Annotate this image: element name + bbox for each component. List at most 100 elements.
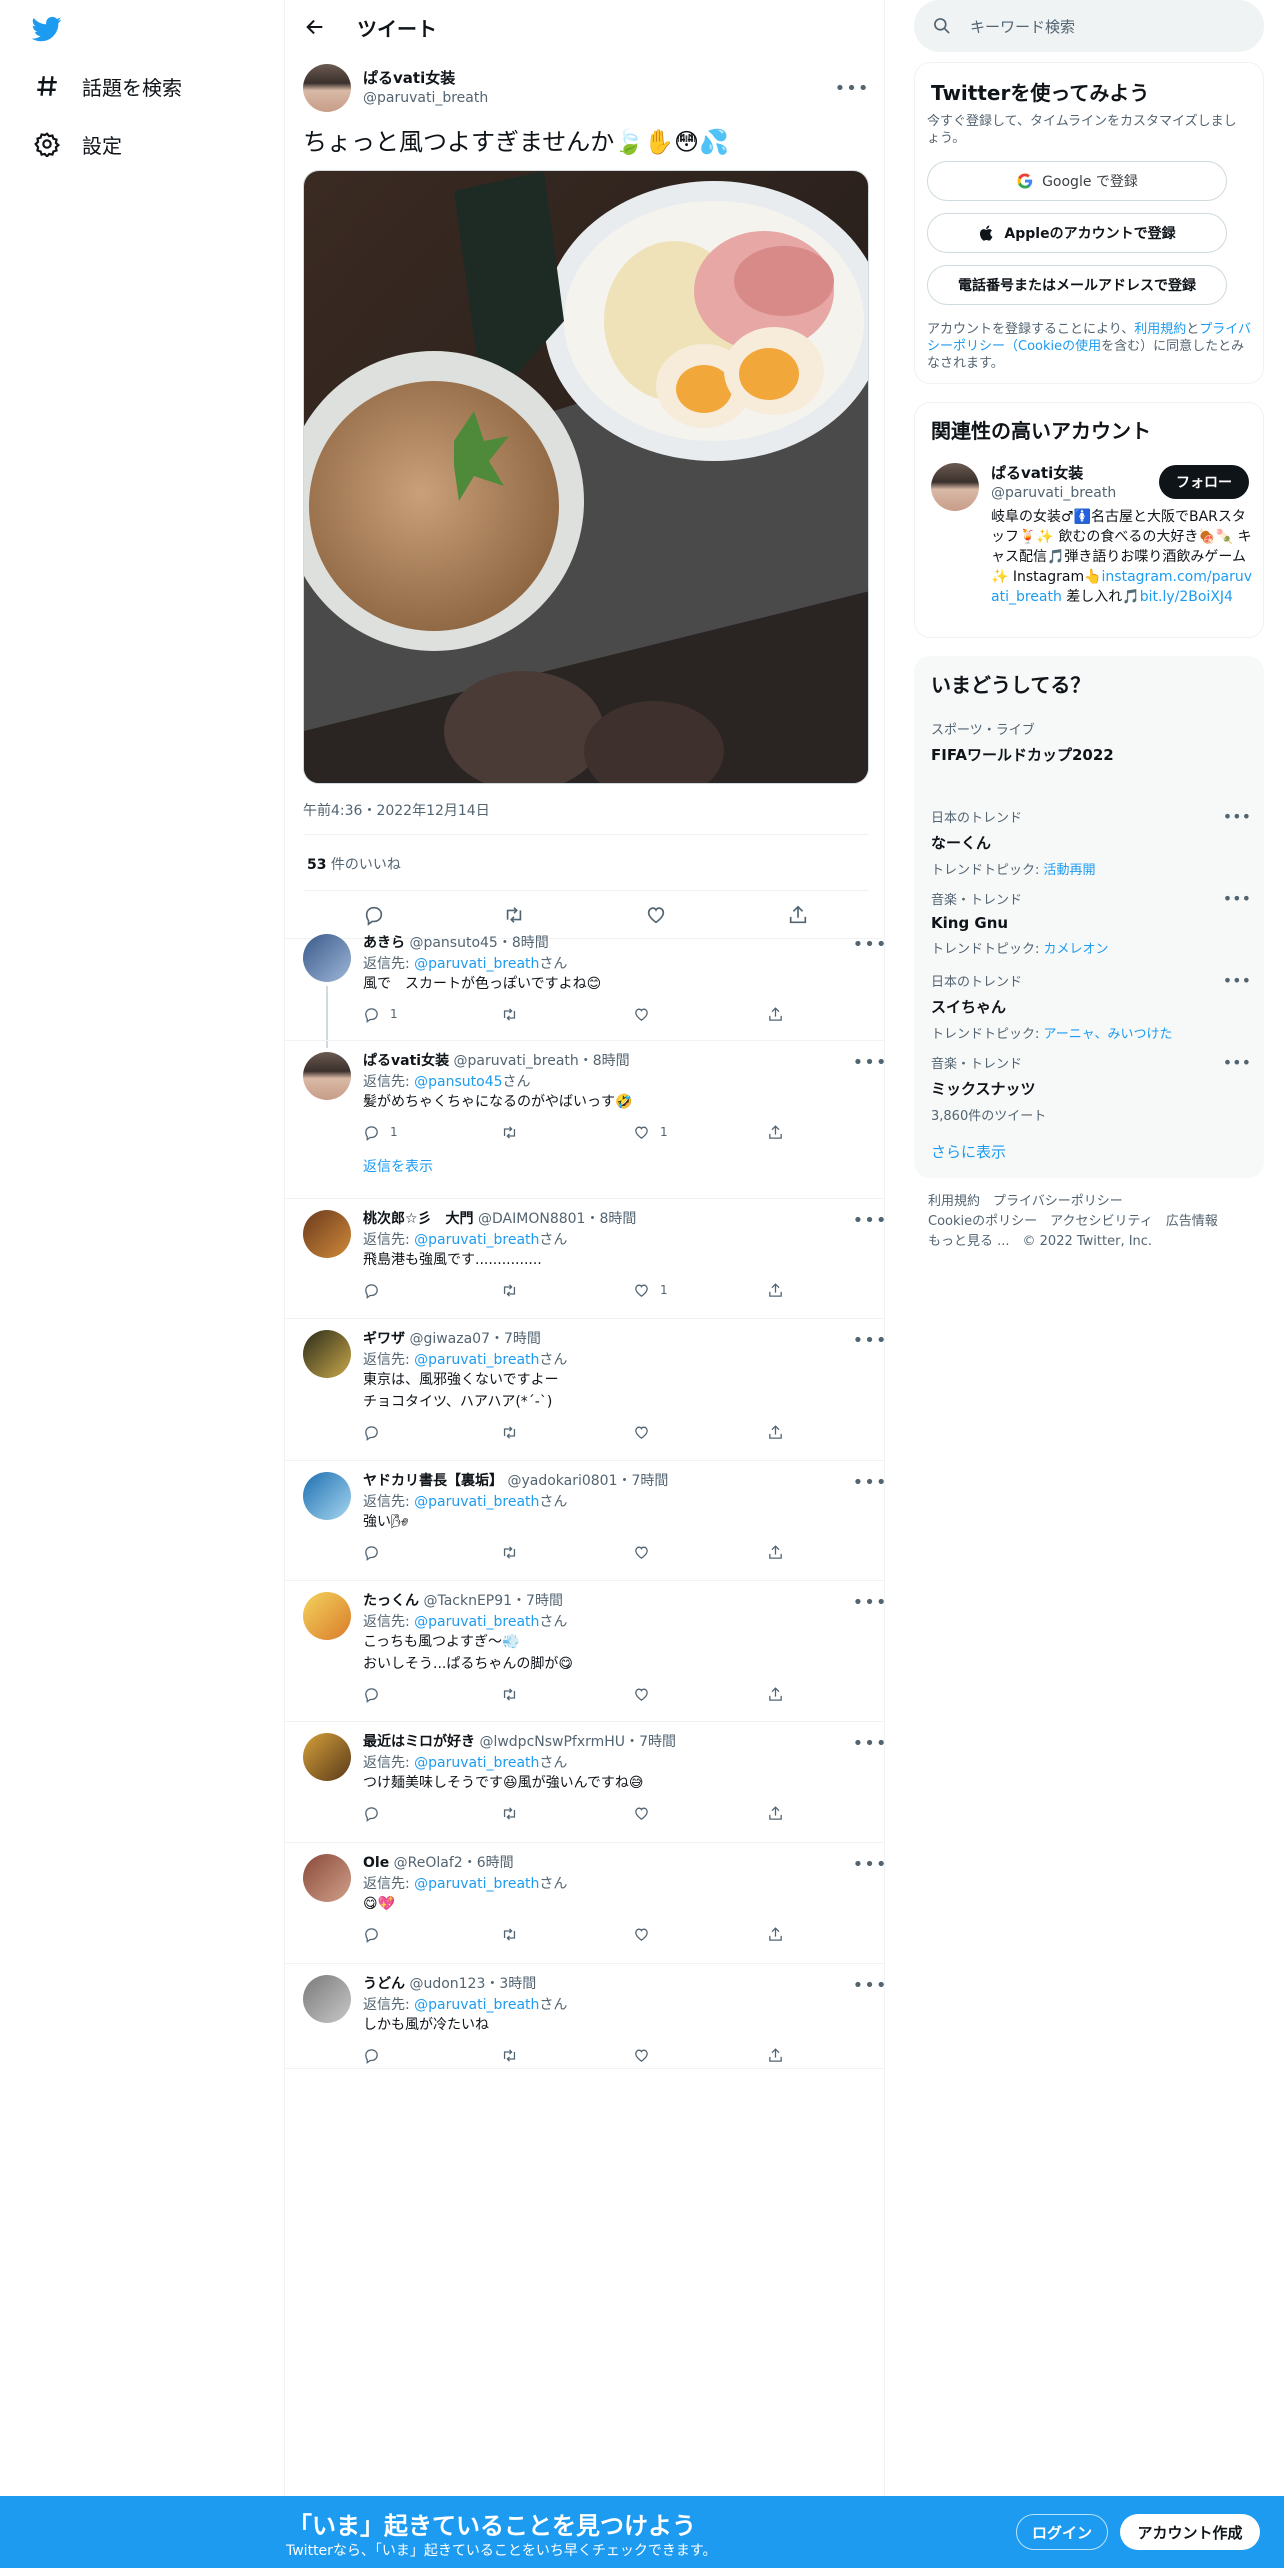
- like-button[interactable]: [633, 1924, 660, 1944]
- footer-line-2[interactable]: Cookieのポリシー アクセシビリティ 広告情報: [928, 1212, 1218, 1232]
- retweet-button[interactable]: [501, 2045, 528, 2065]
- reply-username[interactable]: @lwdpcNswPfxrmHU: [479, 1734, 625, 1750]
- avatar[interactable]: [303, 1210, 351, 1258]
- retweet-button[interactable]: [501, 1122, 528, 1142]
- trend-item[interactable]: 日本のトレンド スイちゃん トレンドトピック: アーニャ、みいつけた •••: [931, 971, 1251, 1042]
- retweet-icon[interactable]: [503, 904, 525, 926]
- more-icon[interactable]: •••: [853, 1330, 887, 1351]
- retweet-button[interactable]: [501, 1803, 528, 1823]
- follow-button[interactable]: フォロー: [1159, 465, 1249, 499]
- more-icon[interactable]: •••: [853, 1592, 887, 1613]
- google-signup-button[interactable]: Google で登録: [927, 161, 1227, 201]
- reply-time[interactable]: 8時間: [512, 935, 549, 951]
- avatar[interactable]: [303, 934, 351, 982]
- mention-link[interactable]: @paruvati_breath: [414, 1876, 539, 1892]
- mention-link[interactable]: @paruvati_breath: [414, 956, 539, 972]
- retweet-button[interactable]: [501, 1422, 528, 1442]
- footer-line-3[interactable]: もっと見る ... © 2022 Twitter, Inc.: [928, 1232, 1218, 1252]
- retweet-button[interactable]: [501, 1280, 528, 1300]
- mention-link[interactable]: @paruvati_breath: [414, 1232, 539, 1248]
- trend-item[interactable]: 日本のトレンド なーくん トレンドトピック: 活動再開 •••: [931, 807, 1251, 878]
- bitly-link[interactable]: bit.ly/2BoiXJ4: [1140, 589, 1233, 605]
- like-button[interactable]: 1: [633, 1122, 668, 1142]
- reply-time[interactable]: 8時間: [599, 1211, 636, 1227]
- footer-line-1[interactable]: 利用規約 プライバシーポリシー: [928, 1192, 1218, 1212]
- trend-item[interactable]: 音楽・トレンド King Gnu トレンドトピック: カメレオン •••: [931, 889, 1251, 957]
- share-button[interactable]: [767, 1684, 794, 1704]
- reply-username[interactable]: @DAIMON8801: [478, 1211, 585, 1227]
- reply-button[interactable]: [363, 1280, 390, 1300]
- reply-time[interactable]: 7時間: [631, 1473, 668, 1489]
- avatar[interactable]: [303, 1052, 351, 1100]
- like-button[interactable]: [633, 1422, 660, 1442]
- reply-display-name[interactable]: ギワザ: [363, 1331, 405, 1347]
- like-button[interactable]: [633, 1542, 660, 1562]
- reply-button[interactable]: 1: [363, 1004, 398, 1024]
- twitter-logo-icon[interactable]: [30, 14, 64, 44]
- author-display-name[interactable]: ぱるvati女装: [363, 68, 488, 88]
- nav-explore[interactable]: 話題を検索: [32, 66, 182, 106]
- tweet-timestamp[interactable]: 午前4:36・2022年12月14日: [303, 800, 490, 820]
- more-icon[interactable]: •••: [1223, 807, 1251, 826]
- like-button[interactable]: [633, 1684, 660, 1704]
- avatar[interactable]: [303, 1733, 351, 1781]
- back-button[interactable]: [297, 9, 333, 45]
- share-button[interactable]: [767, 1542, 794, 1562]
- reply-display-name[interactable]: うどん: [363, 1976, 405, 1992]
- more-icon[interactable]: •••: [853, 1975, 887, 1996]
- share-button[interactable]: [767, 1004, 794, 1024]
- mention-link[interactable]: @paruvati_breath: [414, 1614, 539, 1630]
- retweet-button[interactable]: [501, 1684, 528, 1704]
- retweet-button[interactable]: [501, 1924, 528, 1944]
- avatar[interactable]: [931, 463, 979, 511]
- search-bar[interactable]: キーワード検索: [914, 0, 1264, 52]
- reply-username[interactable]: @TacknEP91: [423, 1593, 512, 1609]
- reply-username[interactable]: @udon123: [409, 1976, 485, 1992]
- like-button[interactable]: 1: [633, 1280, 668, 1300]
- more-icon[interactable]: •••: [853, 934, 887, 955]
- reply-time[interactable]: 8時間: [593, 1053, 630, 1069]
- reply-display-name[interactable]: 最近はミロが好き: [363, 1734, 475, 1750]
- like-button[interactable]: [633, 1004, 660, 1024]
- more-icon[interactable]: •••: [1223, 971, 1251, 990]
- reply-button[interactable]: [363, 1542, 390, 1562]
- related-display-name[interactable]: ぱるvati女装: [991, 463, 1116, 483]
- terms-link[interactable]: 利用規約: [1134, 322, 1186, 337]
- signup-button[interactable]: アカウント作成: [1120, 2514, 1260, 2550]
- share-button[interactable]: [767, 1924, 794, 1944]
- more-icon[interactable]: •••: [853, 1472, 887, 1493]
- more-icon[interactable]: •••: [853, 1854, 887, 1875]
- reply-button[interactable]: [363, 1422, 390, 1442]
- trend-item[interactable]: 音楽・トレンド ミックスナッツ 3,860件のツイート •••: [931, 1053, 1251, 1124]
- more-icon[interactable]: •••: [853, 1052, 887, 1073]
- likes-count[interactable]: 53 件のいいね: [307, 854, 401, 874]
- reply-username[interactable]: @paruvati_breath: [454, 1053, 579, 1069]
- trend-topic-link[interactable]: アーニャ、みいつけた: [1044, 1027, 1173, 1042]
- avatar[interactable]: [303, 1592, 351, 1640]
- reply-username[interactable]: @giwaza07: [409, 1331, 490, 1347]
- reply-button[interactable]: [363, 2045, 390, 2065]
- reply-time[interactable]: 7時間: [504, 1331, 541, 1347]
- avatar[interactable]: [303, 1854, 351, 1902]
- like-icon[interactable]: [645, 904, 667, 926]
- share-button[interactable]: [767, 1280, 794, 1300]
- nav-settings[interactable]: 設定: [32, 124, 122, 164]
- reply-icon[interactable]: [363, 904, 385, 926]
- phone-email-signup-button[interactable]: 電話番号またはメールアドレスで登録: [927, 265, 1227, 305]
- search-input[interactable]: キーワード検索: [970, 16, 1075, 37]
- reply-display-name[interactable]: Ole: [363, 1855, 389, 1871]
- more-icon[interactable]: •••: [1223, 889, 1251, 908]
- mention-link[interactable]: @paruvati_breath: [414, 1352, 539, 1368]
- reply-time[interactable]: 3時間: [499, 1976, 536, 1992]
- trend-topic-link[interactable]: カメレオン: [1044, 942, 1109, 957]
- show-more-link[interactable]: さらに表示: [931, 1141, 1006, 1162]
- reply-username[interactable]: @ReOlaf2: [394, 1855, 463, 1871]
- apple-signup-button[interactable]: Appleのアカウントで登録: [927, 213, 1227, 253]
- avatar[interactable]: [303, 1975, 351, 2023]
- share-button[interactable]: [767, 2045, 794, 2065]
- more-icon[interactable]: •••: [853, 1733, 887, 1754]
- reply-button[interactable]: [363, 1924, 390, 1944]
- mention-link[interactable]: @paruvati_breath: [414, 1494, 539, 1510]
- share-button[interactable]: [767, 1803, 794, 1823]
- reply-username[interactable]: @yadokari0801: [507, 1473, 617, 1489]
